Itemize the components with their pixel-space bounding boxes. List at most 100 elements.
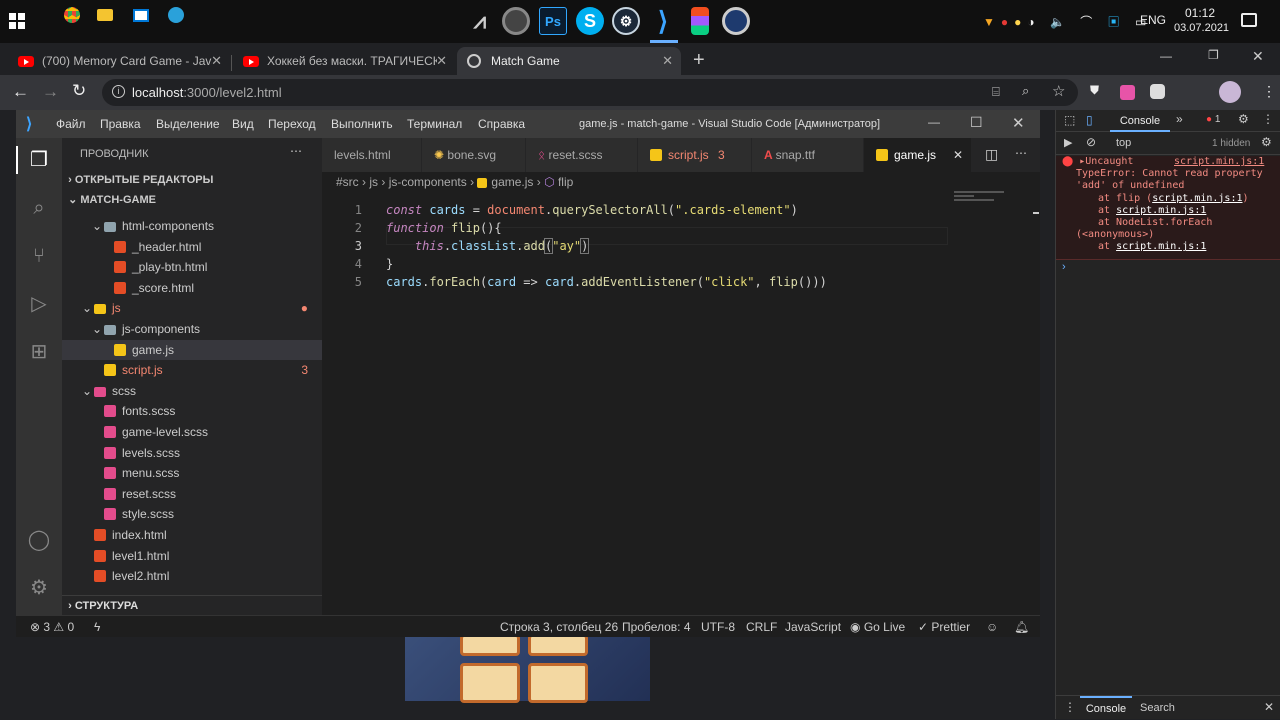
inspect-element-icon[interactable]: ⬚ (1064, 113, 1075, 127)
search-icon[interactable]: ⌕ (27, 196, 51, 220)
photoshop-icon[interactable]: Ps (539, 7, 567, 35)
indent-spaces[interactable]: Пробелов: 4 (622, 620, 691, 634)
browser-tab-1[interactable]: (700) Memory Card Game - Java ✕ (8, 47, 230, 75)
editor-tab-snap-ttf[interactable]: A snap.ttf (752, 138, 864, 172)
devtools-menu-icon[interactable]: ⋮ (1262, 112, 1274, 126)
cinema4d-icon[interactable] (722, 7, 750, 35)
close-tab-icon[interactable]: ✕ (211, 53, 222, 69)
editor-tab-reset-scss[interactable]: ᛟ reset.scss (526, 138, 638, 172)
drawer-tab-search[interactable]: Search (1140, 702, 1175, 714)
console-settings-icon[interactable]: ⚙ (1261, 135, 1272, 149)
folder-taskbar-icon[interactable] (97, 9, 113, 21)
card[interactable] (528, 663, 588, 703)
tab-console[interactable]: Console (1110, 110, 1170, 132)
tree-item[interactable]: level2.html (62, 566, 322, 586)
account-icon[interactable]: ◯ (27, 528, 51, 552)
info-icon[interactable]: i (112, 85, 125, 98)
news-taskbar-icon[interactable] (133, 9, 149, 22)
source-link[interactable]: script.min.js:1 (1174, 156, 1264, 168)
editor-tab-script-js[interactable]: script.js 3 (638, 138, 752, 172)
start-button[interactable] (9, 13, 25, 29)
menu-edit[interactable]: Правка (100, 117, 141, 131)
tree-item[interactable]: index.html (62, 525, 322, 545)
trace-link[interactable]: script.min.js:1 (1116, 205, 1206, 216)
open-editors-section[interactable]: › ОТКРЫТЫЕ РЕДАКТОРЫ (62, 170, 322, 190)
card[interactable] (460, 663, 520, 703)
extension-ghost-icon[interactable] (1150, 84, 1165, 99)
translate-icon[interactable]: ⌸ (992, 84, 1000, 100)
explorer-icon[interactable]: ❐ (27, 148, 51, 172)
tree-item[interactable]: fonts.scss (62, 401, 322, 421)
browser-tab-2[interactable]: Хоккей без маски. ТРАГИЧЕСКА ✕ (233, 47, 455, 75)
editor-more-icon[interactable]: ⋯ (1015, 146, 1027, 160)
forward-icon[interactable]: → (42, 82, 59, 102)
steam-icon[interactable]: ⚙ (612, 7, 640, 35)
assassins-creed-icon[interactable]: ⩘ (466, 7, 494, 35)
drawer-tab-console[interactable]: Console (1080, 696, 1132, 720)
trace-link[interactable]: script.min.js:1 (1116, 241, 1206, 252)
card[interactable] (528, 634, 588, 656)
drawer-menu-icon[interactable]: ⋮ (1064, 700, 1076, 714)
notifications-bell-icon[interactable]: 🔔︎ (1014, 620, 1029, 634)
zoom-icon[interactable]: ⌕ (1022, 83, 1029, 99)
editor-tab-bone-svg[interactable]: ✺ bone.svg (422, 138, 526, 172)
bookmark-star-icon[interactable]: ☆ (1052, 82, 1065, 100)
devtools-settings-icon[interactable]: ⚙ (1238, 112, 1249, 126)
trace-link[interactable]: script.min.js:1 (1152, 193, 1242, 204)
sync-icon[interactable]: ϟ (94, 620, 100, 634)
tree-item[interactable]: game-level.scss (62, 422, 322, 442)
new-tab-button[interactable]: + (693, 49, 705, 72)
cursor-position[interactable]: Строка 3, столбец 26 (500, 620, 618, 634)
tray-icons[interactable]: ▼●●◑ 🔈 ⌒ ▣ ▭ (983, 13, 1152, 30)
tree-item[interactable]: level1.html (62, 546, 322, 566)
reload-icon[interactable]: ↻ (72, 81, 86, 101)
split-editor-icon[interactable]: ◫ (985, 146, 998, 163)
project-section[interactable]: ⌄ MATCH-GAME (62, 190, 322, 210)
disc-icon[interactable] (502, 7, 530, 35)
close-tab-icon[interactable]: ✕ (662, 53, 673, 69)
close-tab-icon[interactable]: ✕ (436, 53, 447, 69)
address-bar[interactable]: i localhost:3000/level2.html ⌸ ⌕ ☆ (102, 79, 1078, 106)
tree-item[interactable]: levels.scss (62, 443, 322, 463)
menu-go[interactable]: Переход (268, 117, 316, 131)
more-actions-icon[interactable]: ⋯ (290, 144, 302, 158)
tree-item[interactable]: reset.scss (62, 484, 322, 504)
menu-run[interactable]: Выполнить (331, 117, 393, 131)
skype-icon[interactable]: S (576, 7, 604, 35)
minimap[interactable] (954, 187, 1024, 217)
menu-selection[interactable]: Выделение (156, 117, 220, 131)
scrollbar-marker[interactable] (1033, 212, 1039, 214)
extension-shield-icon[interactable]: ⛊ (1090, 83, 1099, 98)
drawer-close-icon[interactable]: ✕ (1264, 700, 1274, 714)
sidebar-toggle-icon[interactable]: ▶ (1064, 136, 1072, 149)
tree-item[interactable]: script.js3 (62, 360, 322, 380)
tree-item[interactable]: ⌄js-components (62, 319, 322, 339)
chrome-menu-icon[interactable]: ⋮ (1262, 83, 1276, 100)
settings-gear-icon[interactable]: ⚙ (27, 576, 51, 600)
close-icon[interactable]: ✕ (1012, 114, 1025, 132)
menu-view[interactable]: Вид (232, 117, 254, 131)
extension-pink-icon[interactable] (1120, 85, 1135, 100)
tree-item[interactable]: game.js (62, 340, 322, 360)
menu-terminal[interactable]: Терминал (407, 117, 462, 131)
more-tabs-icon[interactable]: » (1176, 112, 1183, 126)
card[interactable] (460, 634, 520, 656)
back-icon[interactable]: ← (12, 82, 29, 102)
vscode-taskbar-icon[interactable]: ⟩ (649, 7, 677, 35)
language-indicator[interactable]: ENG (1140, 13, 1166, 27)
tree-item[interactable]: _header.html (62, 237, 322, 257)
menu-file[interactable]: Файл (56, 117, 86, 131)
tree-item[interactable]: ⌄html-components (62, 216, 322, 236)
notification-icon[interactable] (1241, 13, 1257, 27)
tree-item[interactable]: _score.html (62, 278, 322, 298)
figma-icon[interactable] (691, 7, 709, 35)
hidden-count[interactable]: 1 hidden (1212, 138, 1250, 149)
tree-item[interactable]: style.scss (62, 504, 322, 524)
run-debug-icon[interactable]: ▷ (27, 292, 51, 316)
feedback-icon[interactable]: ☺ (986, 620, 998, 634)
problems-indicator[interactable]: ⊗ 3 ⚠ 0 (30, 620, 74, 634)
error-counter[interactable]: ● 1 (1206, 114, 1220, 125)
line-endings[interactable]: CRLF (746, 620, 777, 634)
tree-item[interactable]: level3.html (62, 587, 322, 591)
extensions-icon[interactable]: ⊞ (27, 340, 51, 364)
